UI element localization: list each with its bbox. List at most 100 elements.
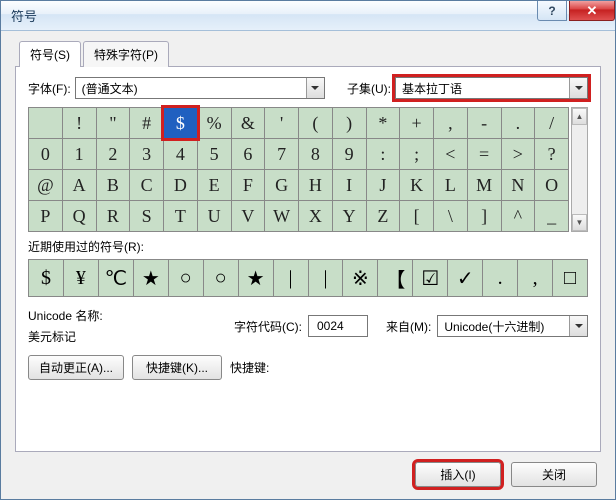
symbol-cell[interactable]: R <box>97 201 130 231</box>
symbol-cell[interactable]: + <box>400 108 433 138</box>
scroll-up-button[interactable]: ▲ <box>572 108 587 125</box>
symbol-cell[interactable]: E <box>198 170 231 200</box>
symbol-cell[interactable]: _ <box>535 201 568 231</box>
symbol-cell[interactable]: 6 <box>232 139 265 169</box>
autocorrect-button[interactable]: 自动更正(A)... <box>28 355 124 380</box>
symbol-cell[interactable]: # <box>130 108 163 138</box>
symbol-cell[interactable] <box>29 108 62 138</box>
symbol-cell[interactable]: U <box>198 201 231 231</box>
symbol-cell[interactable]: F <box>232 170 265 200</box>
recent-symbol-cell[interactable]: ¥ <box>64 260 98 296</box>
symbol-cell[interactable]: N <box>502 170 535 200</box>
symbol-cell[interactable]: A <box>63 170 96 200</box>
recent-symbol-cell[interactable]: ★ <box>239 260 273 296</box>
symbol-cell[interactable]: : <box>367 139 400 169</box>
symbol-cell[interactable]: = <box>468 139 501 169</box>
symbol-cell[interactable]: H <box>299 170 332 200</box>
symbol-cell[interactable]: ? <box>535 139 568 169</box>
recent-symbol-cell[interactable]: ○ <box>169 260 203 296</box>
symbol-cell[interactable]: % <box>198 108 231 138</box>
symbol-cell[interactable]: G <box>265 170 298 200</box>
scroll-track[interactable] <box>572 125 587 214</box>
symbol-cell[interactable]: < <box>434 139 467 169</box>
shortcutkey-button[interactable]: 快捷键(K)... <box>132 355 222 380</box>
symbol-cell[interactable]: ) <box>333 108 366 138</box>
symbol-cell[interactable]: $ <box>164 108 197 138</box>
recent-symbol-cell[interactable]: ☑ <box>413 260 447 296</box>
symbol-cell[interactable]: V <box>232 201 265 231</box>
recent-symbol-cell[interactable]: ℃ <box>99 260 133 296</box>
symbol-cell[interactable]: . <box>502 108 535 138</box>
symbol-cell[interactable]: C <box>130 170 163 200</box>
from-dropdown[interactable]: Unicode(十六进制) <box>437 315 588 337</box>
symbol-cell[interactable]: W <box>265 201 298 231</box>
symbol-cell[interactable]: * <box>367 108 400 138</box>
subset-dropdown[interactable]: 基本拉丁语 <box>395 77 588 99</box>
symbol-cell[interactable]: D <box>164 170 197 200</box>
font-dropdown[interactable]: (普通文本) <box>75 77 325 99</box>
symbol-cell[interactable]: , <box>434 108 467 138</box>
charcode-input[interactable]: 0024 <box>308 315 368 337</box>
chevron-down-icon[interactable] <box>569 78 587 98</box>
tab-special-chars[interactable]: 特殊字符(P) <box>83 41 169 67</box>
symbol-cell[interactable]: Z <box>367 201 400 231</box>
help-button[interactable]: ? <box>537 1 567 21</box>
symbol-cell[interactable]: T <box>164 201 197 231</box>
recent-symbol-cell[interactable]: | <box>274 260 308 296</box>
recent-symbol-cell[interactable]: ○ <box>204 260 238 296</box>
recent-symbol-cell[interactable]: $ <box>29 260 63 296</box>
symbol-cell[interactable]: ^ <box>502 201 535 231</box>
grid-scrollbar[interactable]: ▲ ▼ <box>571 107 588 232</box>
symbol-cell[interactable]: 7 <box>265 139 298 169</box>
symbol-cell[interactable]: ' <box>265 108 298 138</box>
recent-symbol-cell[interactable]: . <box>483 260 517 296</box>
chevron-down-icon[interactable] <box>306 78 324 98</box>
symbol-cell[interactable]: > <box>502 139 535 169</box>
scroll-down-button[interactable]: ▼ <box>572 214 587 231</box>
symbol-cell[interactable]: M <box>468 170 501 200</box>
symbol-cell[interactable]: B <box>97 170 130 200</box>
symbol-cell[interactable]: @ <box>29 170 62 200</box>
symbol-cell[interactable]: / <box>535 108 568 138</box>
recent-symbol-cell[interactable]: , <box>518 260 552 296</box>
chevron-down-icon[interactable] <box>569 316 587 336</box>
symbol-cell[interactable]: J <box>367 170 400 200</box>
symbol-cell[interactable]: 5 <box>198 139 231 169</box>
symbol-cell[interactable]: [ <box>400 201 433 231</box>
symbol-cell[interactable]: K <box>400 170 433 200</box>
symbol-cell[interactable]: X <box>299 201 332 231</box>
symbol-cell[interactable]: ] <box>468 201 501 231</box>
recent-symbol-cell[interactable]: ★ <box>134 260 168 296</box>
symbol-cell[interactable]: 2 <box>97 139 130 169</box>
close-window-button[interactable]: ✕ <box>569 1 615 21</box>
recent-symbol-cell[interactable]: □ <box>553 260 587 296</box>
symbol-cell[interactable]: 1 <box>63 139 96 169</box>
symbol-cell[interactable]: " <box>97 108 130 138</box>
recent-symbol-cell[interactable]: 【 <box>378 260 412 296</box>
symbol-cell[interactable]: 3 <box>130 139 163 169</box>
close-button[interactable]: 关闭 <box>511 462 597 487</box>
symbol-cell[interactable]: ! <box>63 108 96 138</box>
symbol-cell[interactable]: S <box>130 201 163 231</box>
insert-button[interactable]: 插入(I) <box>415 462 501 487</box>
recent-symbol-cell[interactable]: | <box>309 260 343 296</box>
symbol-cell[interactable]: L <box>434 170 467 200</box>
symbol-cell[interactable]: \ <box>434 201 467 231</box>
recent-symbol-cell[interactable]: ✓ <box>448 260 482 296</box>
symbol-cell[interactable]: ; <box>400 139 433 169</box>
recent-symbol-cell[interactable]: ※ <box>343 260 377 296</box>
symbol-cell[interactable]: & <box>232 108 265 138</box>
tab-symbols[interactable]: 符号(S) <box>19 41 81 67</box>
symbol-cell[interactable]: Y <box>333 201 366 231</box>
symbol-cell[interactable]: I <box>333 170 366 200</box>
symbol-cell[interactable]: 8 <box>299 139 332 169</box>
titlebar[interactable]: 符号 ? ✕ <box>1 1 615 31</box>
symbol-cell[interactable]: Q <box>63 201 96 231</box>
symbol-cell[interactable]: ( <box>299 108 332 138</box>
symbol-cell[interactable]: 0 <box>29 139 62 169</box>
symbol-cell[interactable]: P <box>29 201 62 231</box>
symbol-cell[interactable]: 9 <box>333 139 366 169</box>
symbol-cell[interactable]: O <box>535 170 568 200</box>
symbol-cell[interactable]: 4 <box>164 139 197 169</box>
symbol-cell[interactable]: - <box>468 108 501 138</box>
